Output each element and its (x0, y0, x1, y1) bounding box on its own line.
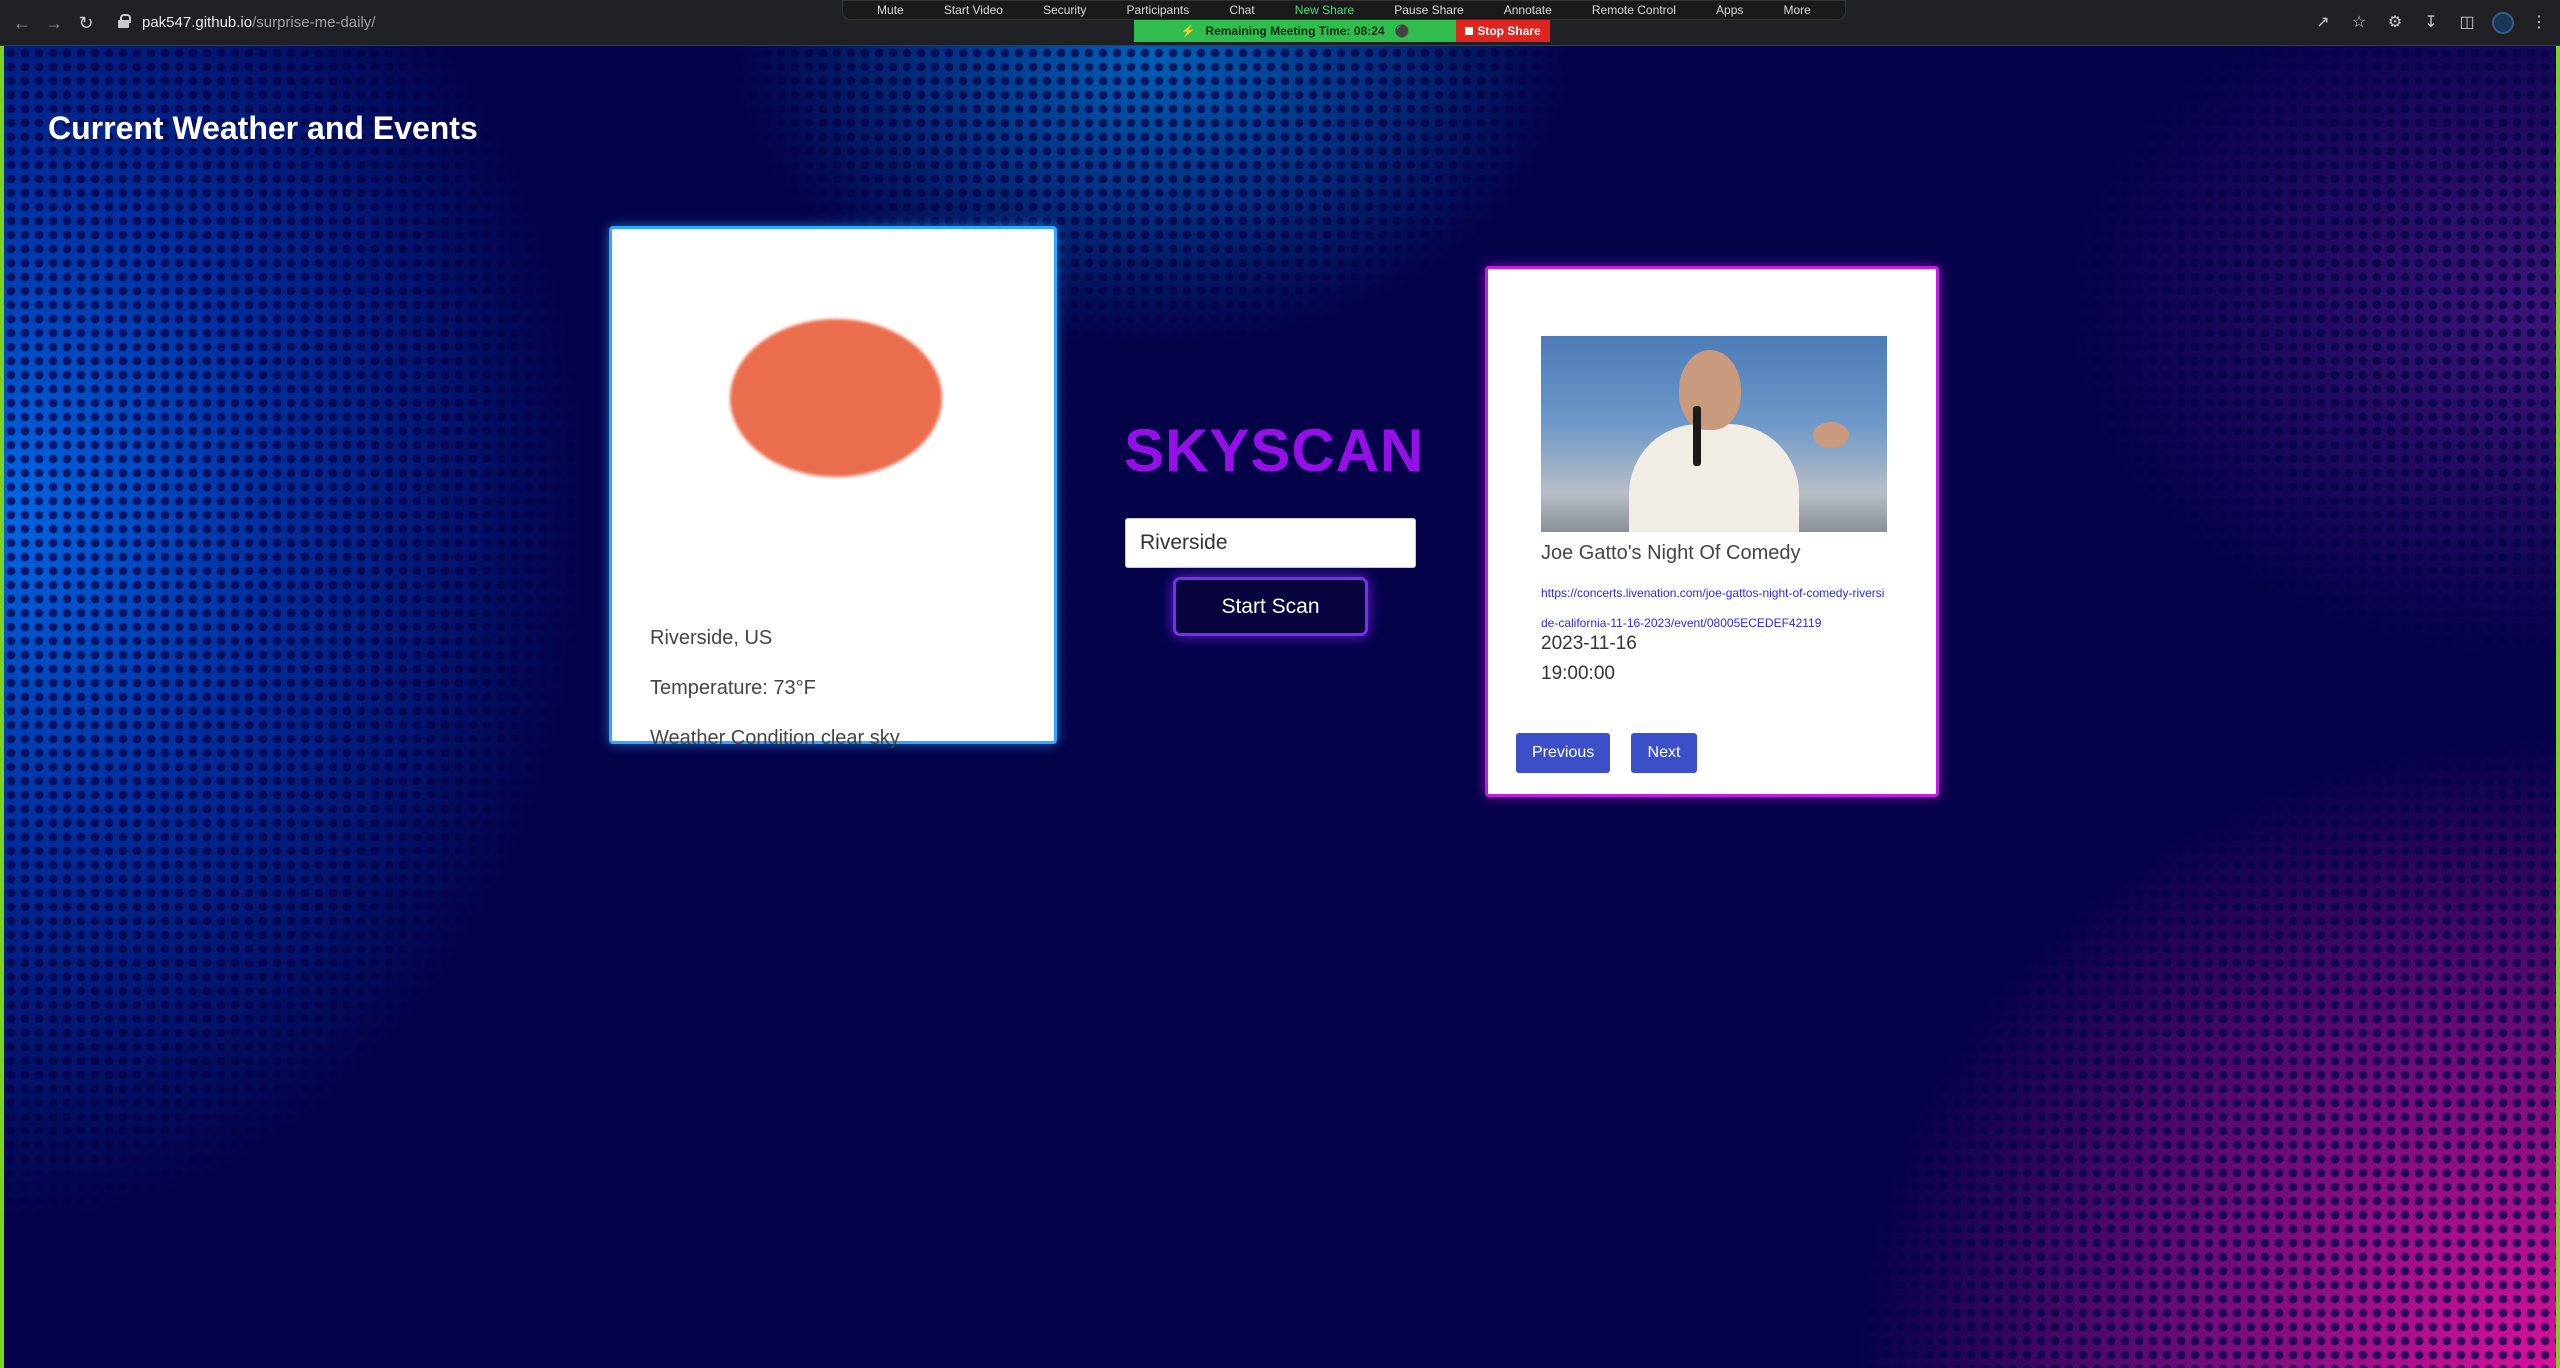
download-icon[interactable]: ↧ (2420, 12, 2442, 34)
bookmark-star-icon[interactable]: ☆ (2348, 12, 2370, 34)
zoom-annotate-button[interactable]: Annotate (1504, 3, 1552, 17)
event-name: Joe Gatto's Night Of Comedy (1541, 542, 1801, 564)
zoom-chat-button[interactable]: Chat (1229, 3, 1254, 17)
stop-share-button[interactable]: Stop Share (1456, 20, 1550, 42)
event-date: 2023-11-16 (1541, 633, 1637, 654)
event-photo (1541, 336, 1887, 532)
photo-performer-hand (1813, 422, 1849, 448)
zoom-security-button[interactable]: Security (1043, 3, 1086, 17)
share-icon[interactable]: ↗ (2312, 12, 2334, 34)
event-time: 19:00:00 (1541, 663, 1615, 684)
weather-condition: Weather Condition clear sky (650, 727, 900, 749)
next-button[interactable]: Next (1631, 733, 1697, 773)
microphone-icon (1693, 406, 1701, 466)
zoom-remote-control-button[interactable]: Remote Control (1592, 3, 1676, 17)
shield-icon: ⚫ (1394, 24, 1410, 38)
share-border-right (2556, 46, 2560, 1368)
url-path: /surprise-me-daily/ (252, 14, 376, 31)
page-background: Current Weather and Events Riverside, US… (4, 46, 2556, 1368)
stop-share-label: Stop Share (1477, 24, 1541, 38)
weather-city: Riverside, US (650, 627, 773, 649)
zoom-participants-button[interactable]: Participants (1127, 3, 1190, 17)
zoom-start-video-button[interactable]: Start Video (944, 3, 1003, 17)
start-scan-button[interactable]: Start Scan (1173, 577, 1368, 636)
extensions-icon[interactable]: ⚙ (2384, 12, 2406, 34)
browser-actions: ↗ ☆ ⚙ ↧ ◫ ⋮ (2312, 12, 2550, 34)
zoom-pause-share-button[interactable]: Pause Share (1394, 3, 1463, 17)
weather-card: Riverside, US Temperature: 73°F Weather … (609, 226, 1057, 749)
forward-arrow-icon[interactable]: → (44, 13, 64, 33)
avatar[interactable] (2492, 12, 2514, 34)
zoom-mute-button[interactable]: Mute (877, 3, 904, 17)
lock-icon[interactable] (118, 14, 131, 28)
city-search-input[interactable] (1125, 518, 1416, 568)
meeting-timer-label: Remaining Meeting Time: 08:24 (1205, 24, 1385, 38)
dot-pattern (4, 46, 2556, 1368)
page-title: Current Weather and Events (48, 110, 478, 146)
brand-title: SKYSCAN (1124, 417, 1425, 484)
photo-performer-head (1679, 350, 1741, 430)
back-arrow-icon[interactable]: ← (12, 13, 32, 33)
event-link[interactable]: https://concerts.livenation.com/joe-gatt… (1541, 578, 1891, 638)
url-host: pak547.github.io (142, 14, 253, 31)
event-card: Joe Gatto's Night Of Comedy https://conc… (1485, 266, 1939, 797)
zoom-more-button[interactable]: More (1783, 3, 1810, 17)
previous-button[interactable]: Previous (1516, 733, 1610, 773)
side-panel-icon[interactable]: ◫ (2456, 12, 2478, 34)
zoom-meeting-toolbar: Mute Start Video Security Participants C… (842, 0, 1846, 20)
sun-icon (730, 319, 942, 477)
zoom-apps-button[interactable]: Apps (1716, 3, 1743, 17)
photo-performer-body (1629, 424, 1799, 532)
lightning-icon: ⚡ (1180, 24, 1196, 38)
stop-icon (1465, 27, 1474, 35)
menu-kebab-icon[interactable]: ⋮ (2528, 12, 2550, 34)
meeting-timer-bar: ⚡ Remaining Meeting Time: 08:24 ⚫ (1134, 20, 1456, 42)
zoom-new-share-button[interactable]: New Share (1295, 3, 1354, 17)
weather-temperature: Temperature: 73°F (650, 677, 816, 699)
reload-icon[interactable]: ↻ (76, 13, 96, 33)
address-bar[interactable]: pak547.github.io/surprise-me-daily/ (142, 14, 375, 31)
